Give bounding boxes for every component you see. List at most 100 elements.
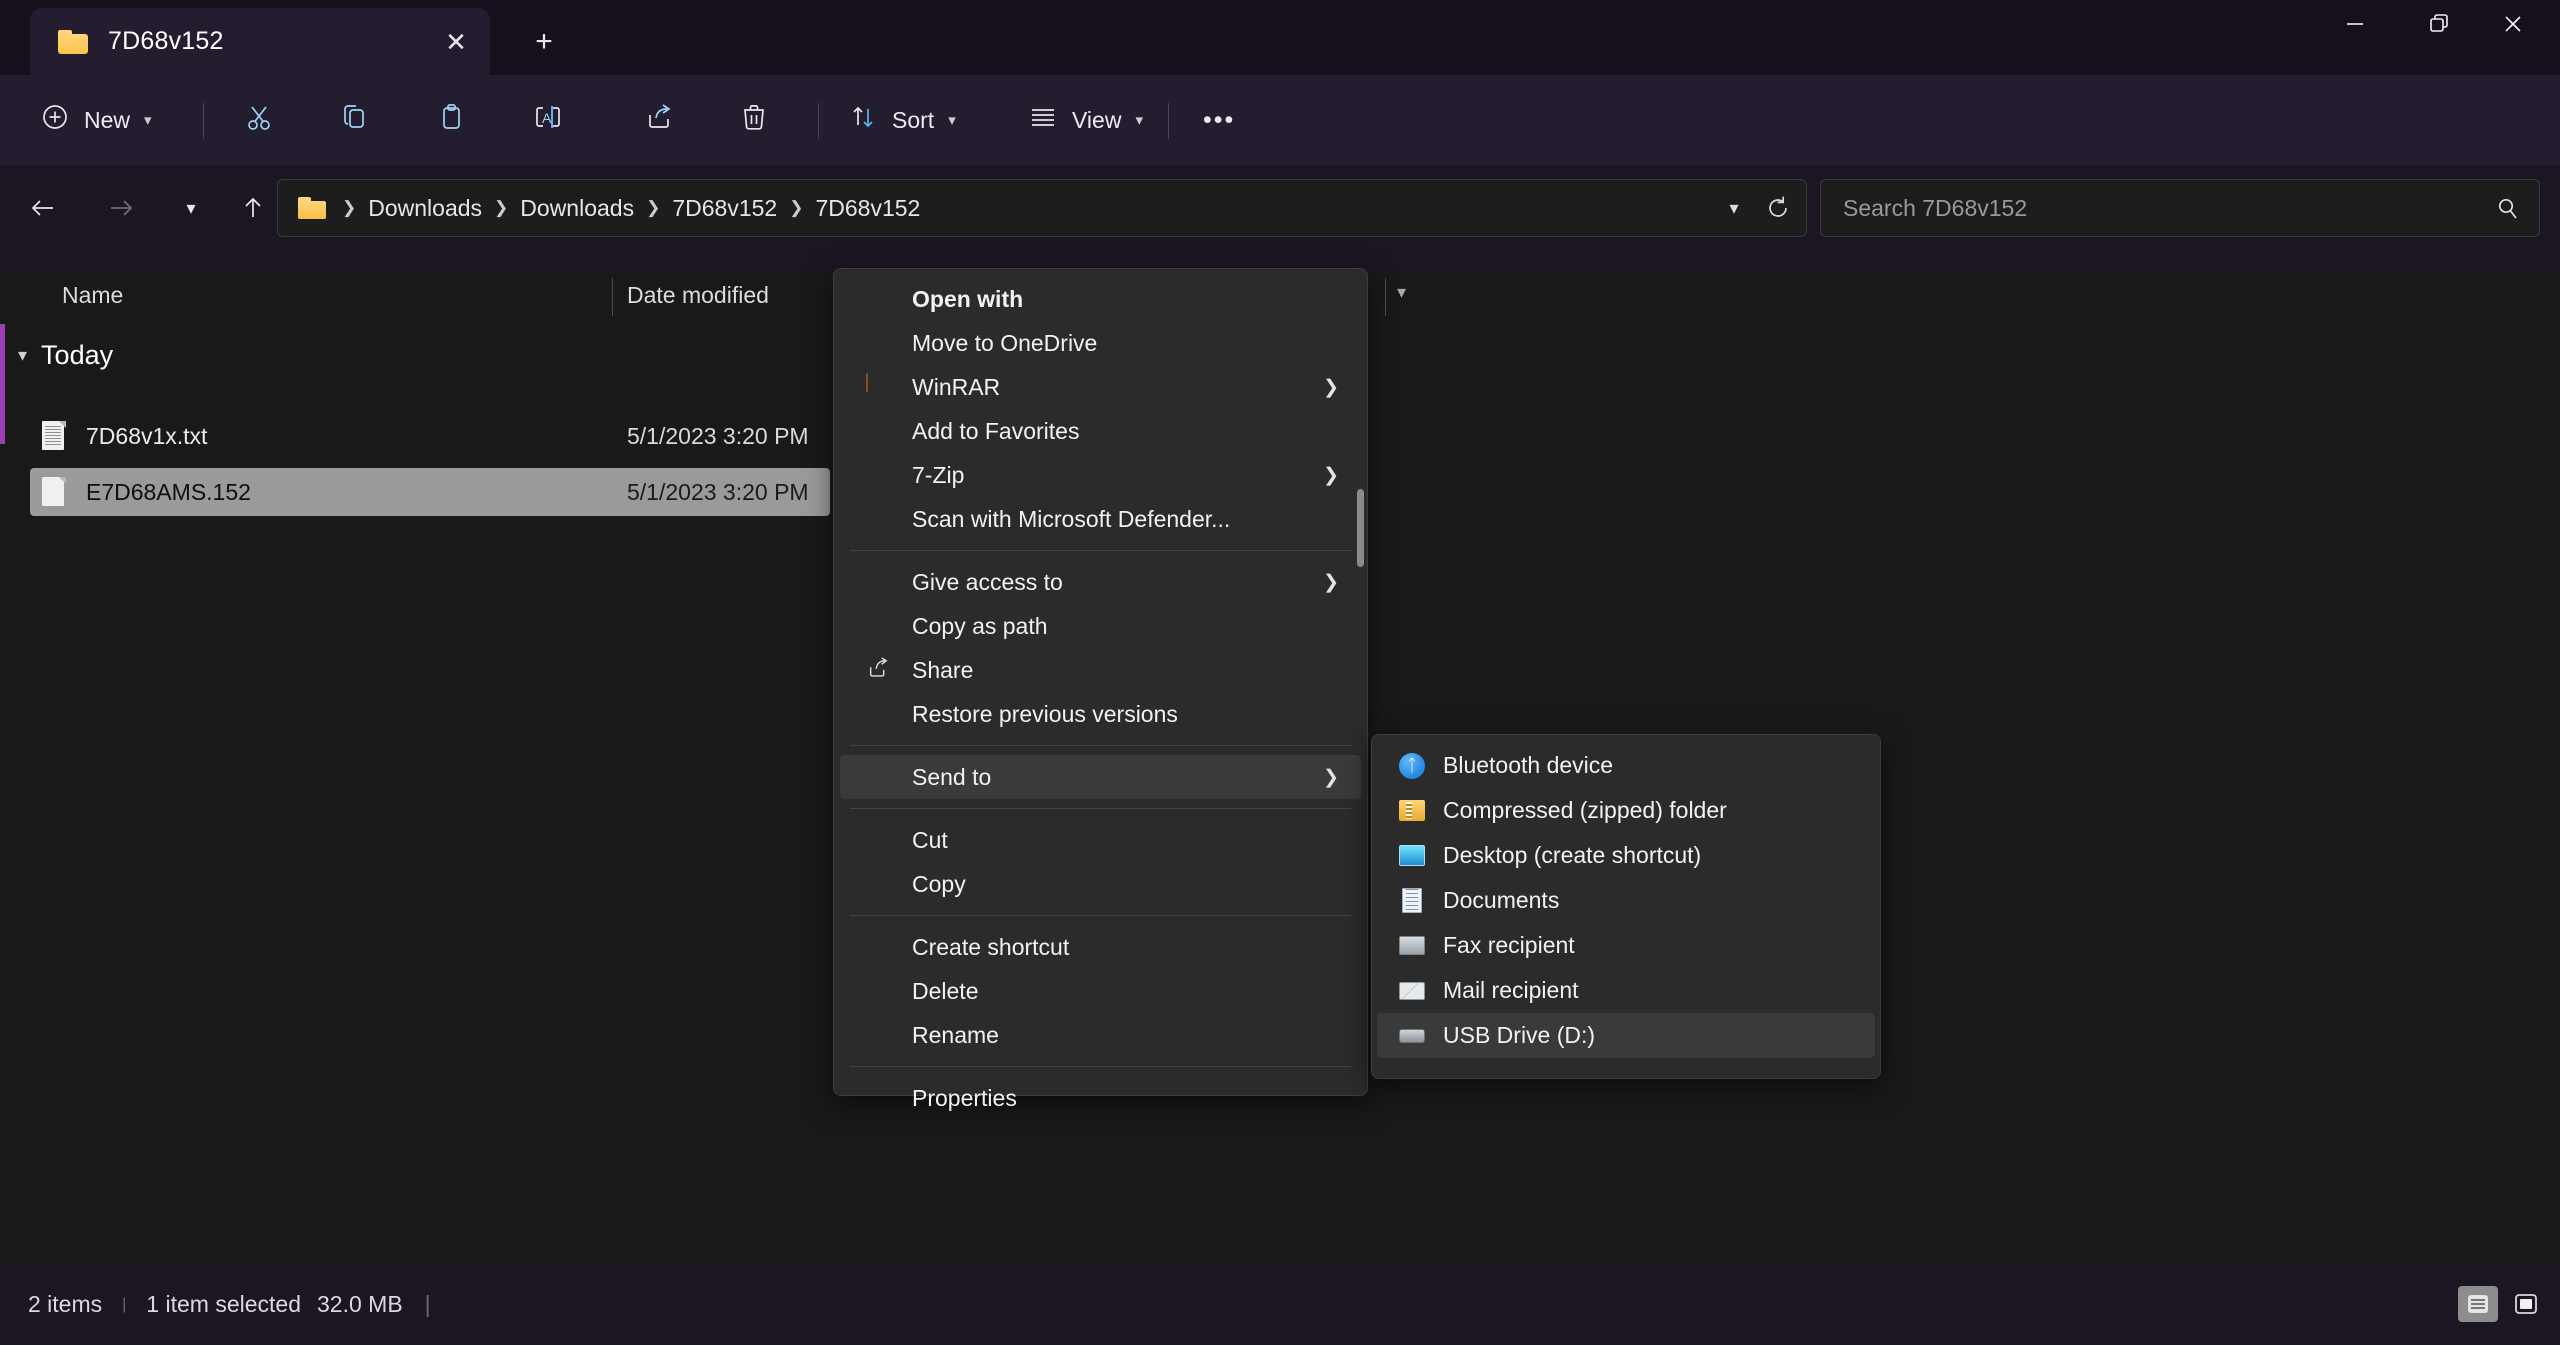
- close-tab-icon[interactable]: ✕: [436, 22, 476, 62]
- back-button[interactable]: [16, 181, 70, 235]
- menu-item-rename[interactable]: Rename: [840, 1013, 1361, 1057]
- send-to-submenu: ᛏ Bluetooth device Compressed (zipped) f…: [1371, 734, 1881, 1079]
- table-row[interactable]: E7D68AMS.152 5/1/2023 3:20 PM: [30, 468, 830, 516]
- menu-item-properties[interactable]: Properties: [840, 1076, 1361, 1120]
- details-view-icon[interactable]: [2458, 1286, 2498, 1322]
- menu-item-label: Share: [912, 657, 973, 684]
- mail-icon: [1399, 978, 1425, 1004]
- up-button[interactable]: [226, 181, 280, 235]
- view-button[interactable]: View ▾: [1010, 89, 1161, 151]
- menu-item-give-access-to[interactable]: Give access to ❯: [840, 560, 1361, 604]
- new-label: New: [84, 107, 130, 134]
- group-header-today[interactable]: ▾ Today: [18, 340, 113, 371]
- cut-button[interactable]: [225, 89, 293, 151]
- menu-item-open-with[interactable]: Open with: [840, 277, 1361, 321]
- chevron-down-icon[interactable]: ▾: [18, 345, 27, 366]
- menu-item-delete[interactable]: Delete: [840, 969, 1361, 1013]
- submenu-item-mail-recipient[interactable]: Mail recipient: [1377, 968, 1875, 1013]
- share-button[interactable]: [625, 89, 693, 151]
- column-header-date-modified[interactable]: Date modified ▾: [627, 282, 769, 309]
- svg-text:A: A: [542, 110, 552, 126]
- share-icon: [643, 101, 675, 139]
- menu-item-7-zip[interactable]: 7-Zip ❯: [840, 453, 1361, 497]
- tab-7d68v152[interactable]: 7D68v152 ✕: [30, 8, 490, 75]
- menu-item-send-to[interactable]: Send to ❯: [840, 755, 1361, 799]
- context-menu: Open with Move to OneDrive WinRAR ❯ Add …: [833, 268, 1368, 1096]
- address-bar[interactable]: ❯ Downloads ❯ Downloads ❯ 7D68v152 ❯ 7D6…: [277, 179, 1807, 237]
- rename-icon: A: [531, 101, 565, 139]
- menu-item-copy[interactable]: Copy: [840, 862, 1361, 906]
- menu-item-add-to-favorites[interactable]: Add to Favorites: [840, 409, 1361, 453]
- sort-label: Sort: [892, 107, 934, 134]
- chevron-right-icon: ❯: [1323, 766, 1339, 789]
- menu-item-cut[interactable]: Cut: [840, 818, 1361, 862]
- submenu-item-bluetooth-device[interactable]: ᛏ Bluetooth device: [1377, 743, 1875, 788]
- status-items-count: 2 items: [28, 1291, 102, 1318]
- file-name: E7D68AMS.152: [86, 479, 251, 506]
- column-header-name[interactable]: Name: [62, 282, 123, 309]
- breadcrumb-item-1[interactable]: Downloads: [510, 189, 644, 228]
- menu-item-winrar[interactable]: WinRAR ❯: [840, 365, 1361, 409]
- breadcrumb-item-3[interactable]: 7D68v152: [805, 189, 930, 228]
- breadcrumb-separator: ❯: [644, 198, 662, 218]
- menu-item-label: Delete: [912, 978, 978, 1005]
- rename-button[interactable]: A: [513, 89, 583, 151]
- new-icon: [40, 102, 70, 138]
- submenu-item-compressed-zipped-folder[interactable]: Compressed (zipped) folder: [1377, 788, 1875, 833]
- submenu-item-label: USB Drive (D:): [1443, 1022, 1595, 1049]
- large-icons-view-icon[interactable]: [2506, 1286, 2546, 1322]
- context-menu-scrollbar-thumb[interactable]: [1357, 489, 1364, 567]
- menu-item-label: Create shortcut: [912, 934, 1069, 961]
- chevron-right-icon: ❯: [1323, 376, 1339, 399]
- menu-item-move-to-onedrive[interactable]: Move to OneDrive: [840, 321, 1361, 365]
- copy-button[interactable]: [321, 89, 389, 151]
- see-more-button[interactable]: •••: [1185, 89, 1253, 151]
- submenu-item-documents[interactable]: Documents: [1377, 878, 1875, 923]
- refresh-icon[interactable]: [1754, 180, 1802, 236]
- sort-icon: [848, 102, 878, 138]
- new-button[interactable]: New ▾: [22, 89, 170, 151]
- submenu-item-desktop-create-shortcut[interactable]: Desktop (create shortcut): [1377, 833, 1875, 878]
- chevron-right-icon: ❯: [1323, 464, 1339, 487]
- address-dropdown-icon[interactable]: ▾: [1710, 180, 1758, 236]
- sort-button[interactable]: Sort ▾: [830, 89, 974, 151]
- search-input[interactable]: Search 7D68v152: [1843, 195, 2027, 222]
- menu-item-share[interactable]: Share: [840, 648, 1361, 692]
- column-divider[interactable]: [612, 278, 613, 316]
- new-tab-icon[interactable]: +: [520, 18, 568, 66]
- delete-button[interactable]: [721, 89, 787, 151]
- submenu-item-label: Documents: [1443, 887, 1559, 914]
- close-window-button[interactable]: [2475, 0, 2550, 48]
- menu-item-scan-with-defender[interactable]: Scan with Microsoft Defender...: [840, 497, 1361, 541]
- menu-item-restore-previous-versions[interactable]: Restore previous versions: [840, 692, 1361, 736]
- restore-button[interactable]: [2401, 0, 2476, 48]
- breadcrumb-item-0[interactable]: Downloads: [358, 189, 492, 228]
- breadcrumb-separator: ❯: [340, 198, 358, 218]
- paste-button[interactable]: [417, 89, 485, 151]
- table-row[interactable]: 7D68v1x.txt 5/1/2023 3:20 PM: [30, 412, 830, 460]
- menu-item-create-shortcut[interactable]: Create shortcut: [840, 925, 1361, 969]
- forward-button[interactable]: [94, 181, 148, 235]
- breadcrumb-item-2[interactable]: 7D68v152: [662, 189, 787, 228]
- status-separator: |: [122, 1296, 126, 1314]
- menu-item-label: Give access to: [912, 569, 1063, 596]
- chevron-down-icon: ▾: [1397, 282, 1406, 303]
- submenu-item-usb-drive-d[interactable]: USB Drive (D:): [1377, 1013, 1875, 1058]
- search-box[interactable]: Search 7D68v152: [1820, 179, 2540, 237]
- menu-item-label: Properties: [912, 1085, 1017, 1112]
- menu-item-label: Send to: [912, 764, 991, 791]
- recent-locations-button[interactable]: ▾: [164, 181, 218, 235]
- submenu-item-label: Bluetooth device: [1443, 752, 1613, 779]
- share-icon: [866, 657, 892, 683]
- submenu-item-fax-recipient[interactable]: Fax recipient: [1377, 923, 1875, 968]
- desktop-icon: [1399, 843, 1425, 869]
- menu-item-label: Cut: [912, 827, 948, 854]
- menu-item-copy-as-path[interactable]: Copy as path: [840, 604, 1361, 648]
- column-divider-2[interactable]: [1385, 278, 1386, 316]
- paste-icon: [435, 101, 467, 139]
- menu-item-label: Add to Favorites: [912, 418, 1079, 445]
- chevron-down-icon: ▾: [144, 111, 152, 129]
- menu-item-label: Copy: [912, 871, 966, 898]
- minimize-button[interactable]: [2317, 0, 2392, 48]
- toolbar-divider-3: [1168, 103, 1169, 139]
